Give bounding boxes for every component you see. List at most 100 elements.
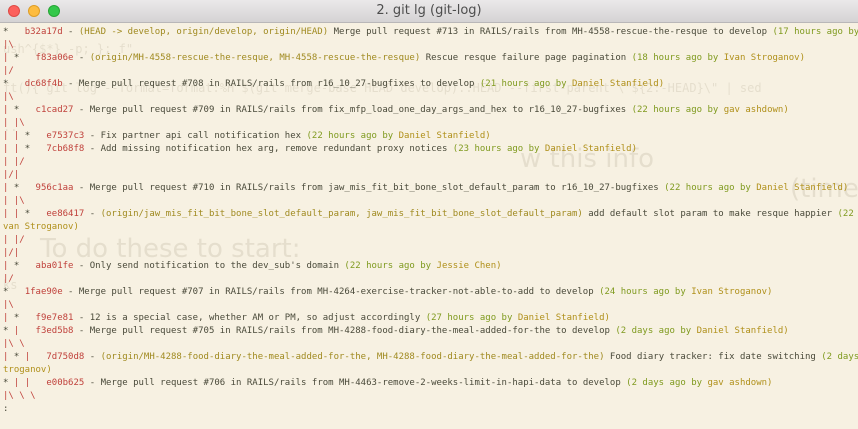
graph-lines: | * — [3, 53, 20, 63]
log-line: |/| — [3, 169, 858, 182]
log-line: |/ — [3, 273, 858, 286]
commit-hash: e00b625 — [46, 378, 85, 388]
window-title: 2. git lg (git-log) — [376, 3, 482, 18]
commit-author: gav ashdown) — [723, 105, 789, 115]
commit-hash: 1fae90e — [24, 287, 63, 297]
title-bar[interactable]: 2. git lg (git-log) — [0, 0, 858, 23]
graph-lines: * — [3, 27, 9, 37]
log-line: | |/ — [3, 156, 858, 169]
commit-message: Only send notification to the dev_sub's … — [89, 261, 339, 271]
commit-date: (2 days ago by — [615, 326, 692, 336]
commit-hash: 956c1aa — [35, 183, 74, 193]
log-line: | * | 7d750d8 - (origin/MH-4288-food-dia… — [3, 351, 858, 364]
commit-author: Daniel Stanfield) — [756, 183, 849, 193]
commit-author: Daniel Stanfield) — [398, 131, 491, 141]
commit-hash: ee86417 — [46, 209, 85, 219]
log-line: | |\ — [3, 195, 858, 208]
log-line: |\ \ — [3, 338, 858, 351]
commit-date: (27 hours ago by — [425, 313, 513, 323]
commit-hash: b32a17d — [24, 27, 63, 37]
graph-lines: * | | — [3, 378, 31, 388]
log-line: : — [3, 403, 858, 416]
commit-message: 12 is a special case, whether AM or PM, … — [89, 313, 421, 323]
graph-lines: |\ \ — [3, 339, 25, 349]
commit-message: Merge pull request #710 in RAILS/rails f… — [89, 183, 659, 193]
graph-lines: | * — [3, 261, 20, 271]
log-line: | * 956c1aa - Merge pull request #710 in… — [3, 183, 849, 193]
log-line: | * f9e7e81 - 12 is a special case, whet… — [3, 313, 610, 323]
log-line: | * aba01fe - Only send notification to … — [3, 261, 502, 271]
commit-date: (22 hours ago by — [664, 183, 751, 193]
commit-author: troganov) — [3, 365, 52, 375]
commit-message: Fix partner api call notification hex — [100, 131, 302, 141]
commit-message: Food diary tracker: fix date switching — [609, 352, 816, 362]
commit-date: (22 hours ago by — [306, 131, 394, 141]
graph-lines: | * — [3, 183, 20, 193]
graph-lines: | |/ — [3, 235, 25, 245]
commit-date: (24 hours ago by — [599, 287, 686, 297]
log-line: | | * e7537c3 - Fix partner api call not… — [3, 131, 491, 141]
commit-author: Daniel Stanfield) — [572, 79, 665, 89]
log-line: * | f3ed5b8 - Merge pull request #705 in… — [3, 326, 789, 336]
log-line: |\ \ \ — [3, 390, 858, 403]
commit-author: Jessie Chen) — [436, 261, 502, 271]
log-lines: * b32a17d - (HEAD -> develop, origin/dev… — [3, 26, 858, 416]
commit-message: add default slot param to make resque ha… — [588, 209, 833, 219]
commit-author: Daniel Stanfield) — [544, 144, 638, 154]
commit-hash: aba01fe — [35, 261, 74, 271]
graph-lines: | * | — [3, 352, 31, 362]
graph-lines: | * — [3, 105, 20, 115]
commit-date: (17 hours ago by — [772, 27, 858, 37]
log-line: * b32a17d - (HEAD -> develop, origin/dev… — [3, 27, 858, 37]
log-line: * dc68f4b - Merge pull request #708 in R… — [3, 79, 665, 89]
commit-hash: dc68f4b — [24, 79, 63, 89]
commit-date: (2 days ago by Ivan S — [821, 352, 858, 362]
commit-date: (22 hours ago by — [631, 105, 719, 115]
terminal-output[interactable]: ush^{$*} -p; }; f" ft(){ git log --forma… — [0, 23, 858, 429]
graph-lines: : — [3, 404, 9, 414]
commit-hash: c1cad27 — [35, 105, 74, 115]
commit-refs: (HEAD -> develop, origin/develop, origin… — [78, 27, 329, 37]
graph-lines: |/| — [3, 170, 20, 180]
graph-lines: | * — [3, 313, 20, 323]
commit-date: (22 hours ago by — [344, 261, 432, 271]
log-line: * 1fae90e - Merge pull request #707 in R… — [3, 287, 773, 297]
commit-author: Daniel Stanfield) — [517, 313, 610, 323]
commit-hash: f83a06e — [35, 53, 74, 63]
graph-lines: |/ — [3, 274, 14, 284]
graph-lines: * | — [3, 326, 20, 336]
commit-message: Merge pull request #709 in RAILS/rails f… — [89, 105, 627, 115]
log-line: | | * ee86417 - (origin/jaw_mis_fit_bit_… — [3, 208, 858, 221]
log-line: |/ — [3, 65, 858, 78]
graph-lines: |\ — [3, 92, 14, 102]
commit-hash: f3ed5b8 — [35, 326, 74, 336]
log-line: |/| — [3, 247, 858, 260]
commit-author: Daniel Stanfield) — [696, 326, 789, 336]
commit-date: (2 days ago by — [626, 378, 703, 388]
commit-message: Add missing notification hex arg, remove… — [100, 144, 448, 154]
log-line: van Stroganov) — [3, 221, 858, 234]
graph-lines: |\ \ \ — [3, 391, 36, 401]
commit-date: (21 hours ago by — [479, 79, 567, 89]
commit-refs: (origin/jaw_mis_fit_bit_bone_slot_defaul… — [100, 209, 583, 219]
commit-hash: 7d750d8 — [46, 352, 85, 362]
log-line: * | | e00b625 - Merge pull request #706 … — [3, 378, 773, 388]
graph-lines: |\ — [3, 40, 14, 50]
commit-hash: e7537c3 — [46, 131, 85, 141]
log-line: | * f83a06e - (origin/MH-4558-rescue-the… — [3, 53, 805, 63]
commit-date: (18 hours ago by — [631, 53, 719, 63]
graph-lines: |\ — [3, 300, 14, 310]
commit-author: Ivan Stroganov) — [723, 53, 805, 63]
graph-lines: | |\ — [3, 118, 25, 128]
graph-lines: | |\ — [3, 196, 25, 206]
log-line: | | * 7cb68f8 - Add missing notification… — [3, 144, 638, 154]
log-line: | |/ — [3, 234, 858, 247]
log-line: | |\ — [3, 117, 858, 130]
log-line: |\ — [3, 91, 858, 104]
log-line: |\ — [3, 299, 858, 312]
commit-author: gav ashdown) — [707, 378, 773, 388]
graph-lines: | | * — [3, 131, 31, 141]
graph-lines: * — [3, 287, 9, 297]
graph-lines: |/ — [3, 66, 14, 76]
graph-lines: |/| — [3, 248, 20, 258]
